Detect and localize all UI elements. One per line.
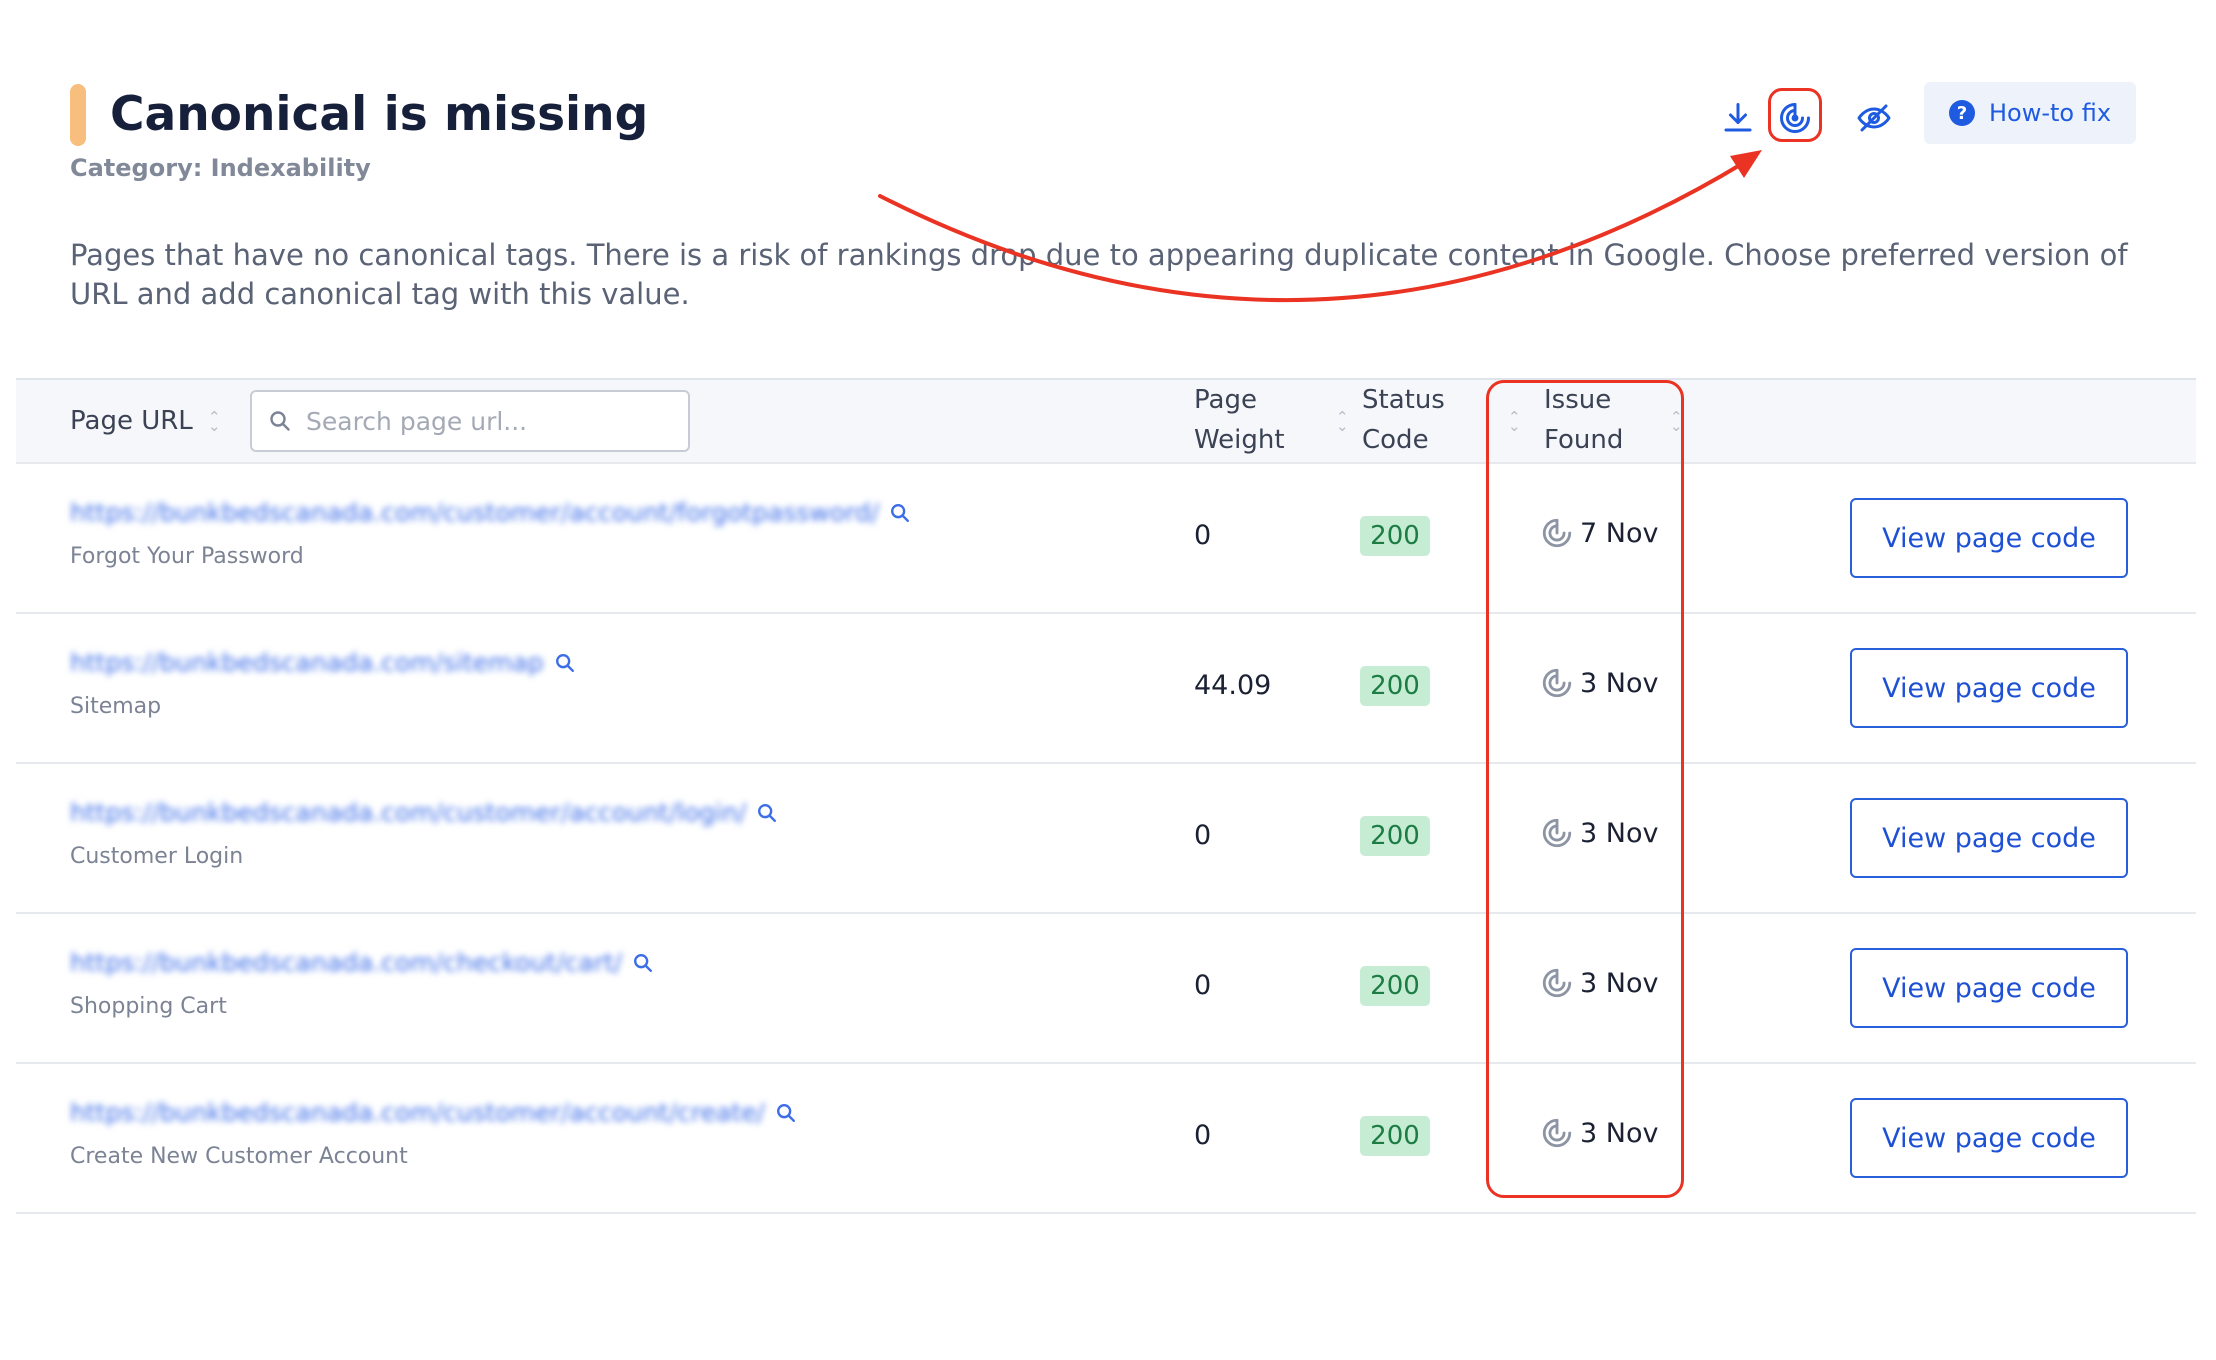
column-page-url[interactable]: Page URL (70, 401, 193, 441)
download-icon[interactable] (1710, 90, 1766, 146)
page-title-text: Create New Customer Account (70, 1144, 408, 1169)
page-weight-sort-icon[interactable]: ⌃ ⌄ (1336, 410, 1349, 434)
help-icon: ? (1948, 100, 1975, 126)
column-status-code: Status Code (1362, 380, 1445, 460)
page-weight-value: 0 (1194, 1120, 1212, 1151)
table-row: https://bunkbedscanada.com/customer/acco… (16, 464, 2196, 614)
page-weight-value: 0 (1194, 820, 1212, 851)
status-badge: 200 (1360, 1116, 1430, 1156)
status-badge: 200 (1360, 516, 1430, 556)
how-to-fix-label: How-to fix (1988, 99, 2112, 127)
page-url-link[interactable]: https://bunkbedscanada.com/customer/acco… (70, 1098, 765, 1127)
search-icon[interactable] (775, 1102, 797, 1124)
page-url-link[interactable]: https://bunkbedscanada.com/checkout/cart… (70, 948, 622, 977)
view-page-code-button[interactable]: View page code (1850, 1098, 2128, 1178)
search-field[interactable] (250, 390, 690, 452)
page-weight-value: 44.09 (1194, 670, 1272, 701)
status-badge: 200 (1360, 816, 1430, 856)
annotation-highlight-issue-column (1486, 380, 1684, 1198)
annotation-highlight-icon (1768, 88, 1822, 142)
page-title-text: Shopping Cart (70, 994, 227, 1019)
table-row: https://bunkbedscanada.com/checkout/cart… (16, 914, 2196, 1064)
search-input[interactable] (304, 405, 688, 437)
issue-description: Pages that have no canonical tags. There… (70, 238, 2128, 311)
table-row: https://bunkbedscanada.com/customer/acco… (16, 764, 2196, 914)
how-to-fix-button[interactable]: ? How-to fix (1924, 82, 2136, 144)
view-page-code-button[interactable]: View page code (1850, 948, 2128, 1028)
issue-category: Category: Indexability (70, 154, 371, 182)
page-url-link[interactable]: https://bunkbedscanada.com/sitemap (70, 648, 544, 677)
column-page-weight-line1: Page (1194, 385, 1257, 415)
page-title-text: Forgot Your Password (70, 544, 304, 569)
status-badge: 200 (1360, 966, 1430, 1006)
page-weight-value: 0 (1194, 520, 1212, 551)
column-status-code-line1: Status (1362, 385, 1445, 415)
search-icon[interactable] (889, 502, 911, 524)
status-badge: 200 (1360, 666, 1430, 706)
page-weight-value: 0 (1194, 970, 1212, 1001)
page-title-text: Sitemap (70, 694, 162, 719)
search-icon[interactable] (554, 652, 576, 674)
table-header: Page URL ⌃⌄ Page Weight ⌃⌄ Status Code ⌃… (16, 380, 2196, 464)
view-page-code-button[interactable]: View page code (1850, 498, 2128, 578)
search-icon[interactable] (632, 952, 654, 974)
page-url-link[interactable]: https://bunkbedscanada.com/customer/acco… (70, 798, 746, 827)
search-icon[interactable] (756, 802, 778, 824)
column-status-code-line2: Code (1362, 425, 1429, 455)
column-page-weight-line2: Weight (1194, 425, 1285, 455)
eye-off-icon[interactable] (1846, 90, 1902, 146)
page-url-sort-icon[interactable]: ⌃ ⌄ (208, 410, 221, 434)
table-row: https://bunkbedscanada.com/sitemap Sitem… (16, 614, 2196, 764)
title-accent-bar (70, 84, 86, 146)
search-icon (270, 411, 290, 431)
page-url-link[interactable]: https://bunkbedscanada.com/customer/acco… (70, 498, 879, 527)
column-page-url-label: Page URL (70, 406, 193, 436)
page-title: Canonical is missing (110, 87, 649, 142)
table-row: https://bunkbedscanada.com/customer/acco… (16, 1064, 2196, 1214)
view-page-code-button[interactable]: View page code (1850, 798, 2128, 878)
page-title-text: Customer Login (70, 844, 244, 869)
view-page-code-button[interactable]: View page code (1850, 648, 2128, 728)
column-page-weight[interactable]: Page Weight (1194, 380, 1285, 460)
